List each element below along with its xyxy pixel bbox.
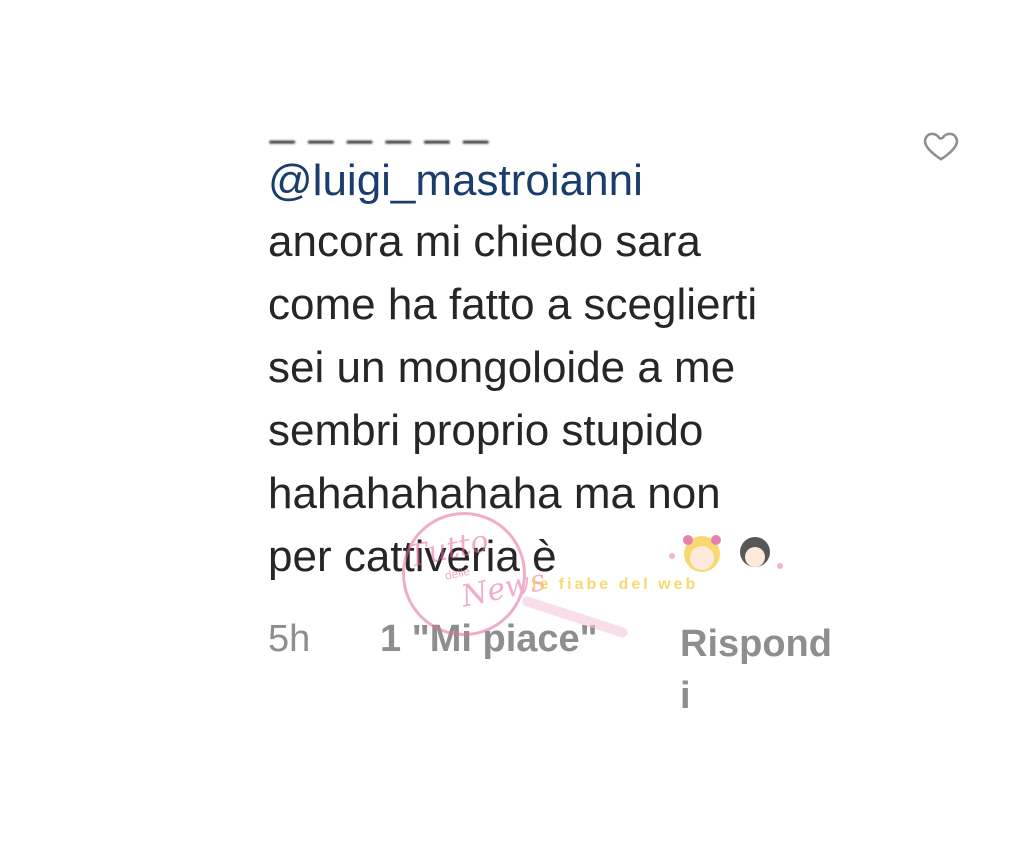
cropped-username: _ _ _ _ _ _ <box>268 118 908 152</box>
heart-outline-icon-graphic <box>923 132 959 161</box>
reply-button[interactable]: Rispondi <box>680 618 840 722</box>
comment-timestamp: 5h <box>268 618 311 660</box>
comment-line: sembri proprio stupido <box>268 406 704 455</box>
watermark-characters <box>660 526 790 586</box>
comment-line: hahahahahaha ma non <box>268 469 721 518</box>
comment-block: _ _ _ _ _ _ @luigi_mastroianni ancora mi… <box>268 118 908 588</box>
comment-line: sei un mongoloide a me <box>268 343 736 392</box>
watermark-characters-graphic <box>669 535 783 572</box>
comment-line: come ha fatto a sceglierti <box>268 280 758 329</box>
heart-outline-icon[interactable] <box>922 126 960 164</box>
comment-meta: 5h 1 "Mi piace" Rispondi <box>268 612 868 722</box>
cropped-username-text: _ _ _ _ _ _ <box>270 118 489 145</box>
mention-link[interactable]: @luigi_mastroianni <box>268 152 908 210</box>
comment-line: ancora mi chiedo sara <box>268 217 701 266</box>
comment-text: ancora mi chiedo sara come ha fatto a sc… <box>268 210 888 588</box>
